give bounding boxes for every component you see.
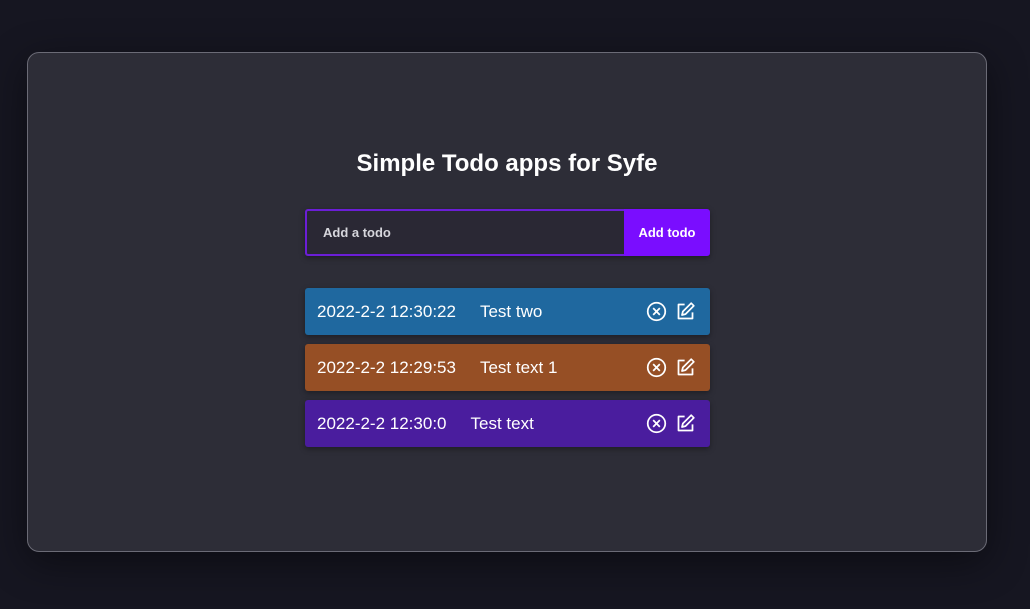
todo-list: 2022-2-2 12:30:22 Test two 2022-2-2 12:2… — [305, 288, 710, 456]
close-circle-icon[interactable] — [646, 413, 667, 434]
todo-text: Test two — [479, 301, 543, 321]
todo-actions — [646, 301, 696, 322]
todo-timestamp: 2022-2-2 12:29:53 — [317, 357, 456, 377]
todo-input[interactable] — [305, 209, 624, 256]
close-circle-icon[interactable] — [646, 357, 667, 378]
close-circle-icon[interactable] — [646, 301, 667, 322]
page-title: Simple Todo apps for Syfe — [356, 150, 658, 177]
todo-timestamp: 2022-2-2 12:30:22 — [317, 301, 456, 321]
todo-item: 2022-2-2 12:29:53 Test text 1 — [305, 344, 710, 391]
todo-timestamp: 2022-2-2 12:30:0 — [317, 413, 447, 433]
add-todo-button[interactable]: Add todo — [624, 209, 710, 256]
todo-item: 2022-2-2 12:30:0 Test text — [305, 400, 710, 447]
todo-item: 2022-2-2 12:30:22 Test two — [305, 288, 710, 335]
app-card: Simple Todo apps for Syfe Add todo 2022-… — [27, 52, 987, 552]
edit-icon[interactable] — [675, 413, 696, 434]
todo-actions — [646, 357, 696, 378]
edit-icon[interactable] — [675, 357, 696, 378]
todo-actions — [646, 413, 696, 434]
todo-text: Test text 1 — [479, 357, 558, 377]
edit-icon[interactable] — [675, 301, 696, 322]
todo-text: Test text — [470, 413, 534, 433]
add-todo-form: Add todo — [305, 209, 710, 256]
